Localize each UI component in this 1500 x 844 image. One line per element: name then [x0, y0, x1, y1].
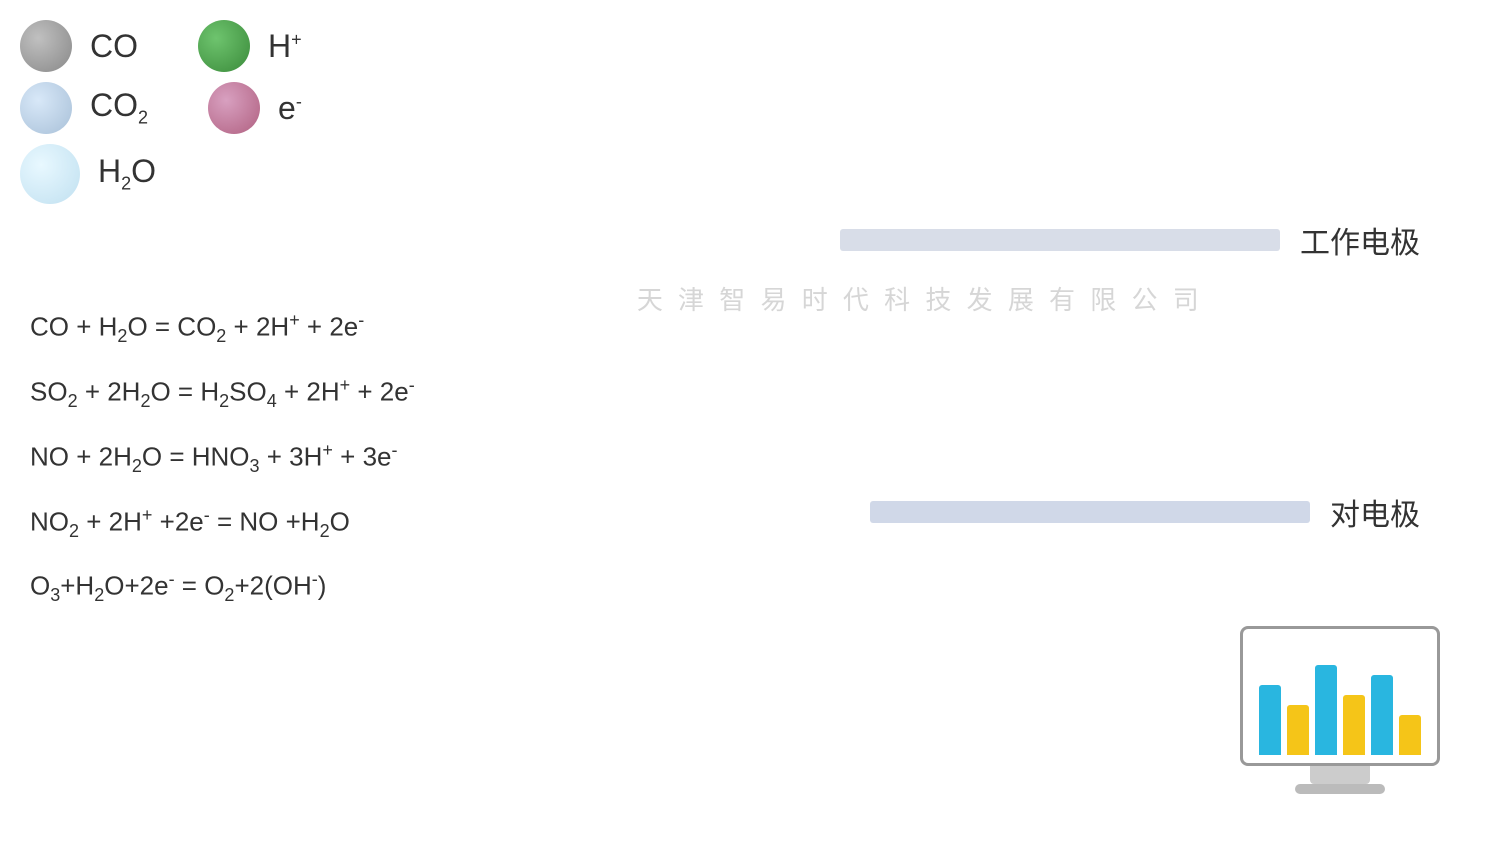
equation-3: NO + 2H2O = HNO3 + 3H+ + 3e- [30, 440, 415, 477]
circle-co2 [20, 82, 72, 134]
working-electrode-bar [840, 229, 1280, 251]
label-co2: CO2 [90, 87, 148, 128]
legend-item-h-plus: H+ [198, 20, 302, 72]
equations-section: CO + H2O = CO2 + 2H+ + 2e- SO2 + 2H2O = … [30, 310, 415, 606]
label-h2o: H2O [98, 153, 156, 194]
legend-item-co: CO [20, 20, 138, 72]
monitor-base [1295, 784, 1385, 794]
working-electrode-area: 工作电极 [840, 218, 1420, 262]
circle-h-plus [198, 20, 250, 72]
working-electrode-label: 工作电极 [1300, 218, 1420, 262]
chart-bar [1371, 675, 1393, 755]
legend-item-e-minus: e- [208, 82, 302, 134]
circle-h2o [20, 144, 80, 204]
chart-bar [1287, 705, 1309, 755]
label-e-minus: e- [278, 90, 302, 127]
circle-e-minus [208, 82, 260, 134]
legend-row-3: H2O [20, 144, 302, 204]
monitor-stand [1310, 766, 1370, 784]
label-h-plus: H+ [268, 28, 302, 65]
circle-co [20, 20, 72, 72]
equation-4: NO2 + 2H+ +2e- = NO +H2O [30, 505, 415, 542]
equation-2: SO2 + 2H2O = H2SO4 + 2H+ + 2e- [30, 375, 415, 412]
monitor-icon [1240, 626, 1440, 794]
legend: CO H+ CO2 e- H2O [20, 20, 302, 204]
label-co: CO [90, 28, 138, 65]
watermark: 天 津 智 易 时 代 科 技 发 展 有 限 公 司 [637, 280, 1203, 317]
equation-1: CO + H2O = CO2 + 2H+ + 2e- [30, 310, 415, 347]
counter-electrode-bar [870, 501, 1310, 523]
counter-electrode-area: 对电极 [870, 490, 1420, 534]
legend-row-1: CO H+ [20, 20, 302, 72]
equation-5: O3+H2O+2e- = O2+2(OH-) [30, 569, 415, 606]
legend-item-h2o: H2O [20, 144, 156, 204]
counter-electrode-label: 对电极 [1330, 490, 1420, 534]
chart-bar [1399, 715, 1421, 755]
chart-bar [1315, 665, 1337, 755]
chart-bar [1259, 685, 1281, 755]
monitor-screen [1240, 626, 1440, 766]
chart-bar [1343, 695, 1365, 755]
legend-row-2: CO2 e- [20, 82, 302, 134]
legend-item-co2: CO2 [20, 82, 148, 134]
